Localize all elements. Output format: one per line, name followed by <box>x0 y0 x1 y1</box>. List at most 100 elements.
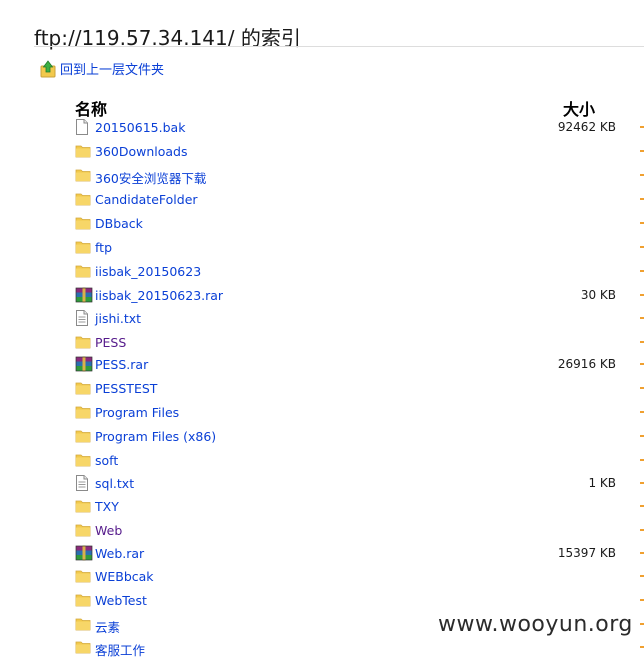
file-row: TXY <box>75 496 635 516</box>
file-link[interactable]: sql.txt <box>95 476 134 491</box>
edge-mark <box>640 623 644 625</box>
folder-icon <box>75 639 93 657</box>
edge-mark <box>640 150 644 152</box>
file-link[interactable]: PESS.rar <box>95 357 148 372</box>
file-link[interactable]: DBback <box>95 216 143 231</box>
edge-mark <box>640 646 644 648</box>
file-row: 20150615.bak 92462 KB <box>75 117 635 137</box>
file-link[interactable]: 360Downloads <box>95 144 188 159</box>
file-row: CandidateFolder <box>75 189 635 209</box>
parent-folder-link[interactable]: 回到上一层文件夹 <box>40 59 164 78</box>
file-row: Program Files <box>75 402 635 422</box>
folder-icon <box>75 404 93 422</box>
folder-icon <box>75 239 93 257</box>
edge-mark <box>640 435 644 437</box>
file-row: PESSTEST <box>75 378 635 398</box>
edge-mark <box>640 459 644 461</box>
folder-icon <box>75 498 93 516</box>
file-size: 15397 KB <box>557 546 616 560</box>
edge-mark <box>640 387 644 389</box>
folder-icon <box>75 380 93 398</box>
edge-mark <box>640 317 644 319</box>
text-file-icon <box>75 475 93 493</box>
file-link[interactable]: WEBbcak <box>95 569 154 584</box>
file-row: ftp <box>75 237 635 257</box>
folder-icon <box>75 191 93 209</box>
file-size: 30 KB <box>580 288 616 302</box>
file-row: jishi.txt <box>75 308 635 328</box>
file-row: Web.rar 15397 KB <box>75 543 635 563</box>
parent-folder-label: 回到上一层文件夹 <box>60 63 165 78</box>
file-row: WEBbcak <box>75 566 635 586</box>
file-link[interactable]: WebTest <box>95 593 147 608</box>
edge-mark <box>640 575 644 577</box>
file-row: WebTest <box>75 590 635 610</box>
file-row: 360Downloads <box>75 141 635 161</box>
rar-archive-icon <box>75 545 93 563</box>
edge-mark <box>640 552 644 554</box>
file-link[interactable]: Program Files <box>95 405 179 420</box>
file-link[interactable]: iisbak_20150623 <box>95 264 201 279</box>
folder-icon <box>75 616 93 634</box>
edge-mark <box>640 174 644 176</box>
file-row: iisbak_20150623 <box>75 261 635 281</box>
edge-mark <box>640 126 644 128</box>
file-link[interactable]: 云素 <box>95 617 120 636</box>
file-row: PESS.rar 26916 KB <box>75 354 635 374</box>
folder-icon <box>75 263 93 281</box>
rar-archive-icon <box>75 287 93 305</box>
file-link[interactable]: soft <box>95 453 118 468</box>
edge-mark <box>640 198 644 200</box>
folder-icon <box>75 215 93 233</box>
file-link[interactable]: iisbak_20150623.rar <box>95 288 223 303</box>
file-link[interactable]: CandidateFolder <box>95 192 198 207</box>
folder-icon <box>75 167 93 185</box>
file-link[interactable]: Program Files (x86) <box>95 429 216 444</box>
file-size: 92462 KB <box>557 120 616 134</box>
file-link[interactable]: TXY <box>95 499 119 514</box>
file-row: iisbak_20150623.rar 30 KB <box>75 285 635 305</box>
edge-marks <box>640 120 644 654</box>
file-row: 客服工作 <box>75 637 635 659</box>
title-divider <box>34 46 644 47</box>
edge-mark <box>640 294 644 296</box>
file-link[interactable]: Web <box>95 523 122 538</box>
file-row: PESS <box>75 332 635 352</box>
edge-mark <box>640 363 644 365</box>
file-size: 1 KB <box>588 476 616 490</box>
edge-mark <box>640 246 644 248</box>
file-link[interactable]: PESSTEST <box>95 381 157 396</box>
file-link[interactable]: 20150615.bak <box>95 120 185 135</box>
file-link[interactable]: jishi.txt <box>95 311 141 326</box>
edge-mark <box>640 482 644 484</box>
file-row: sql.txt 1 KB <box>75 473 635 493</box>
edge-mark <box>640 341 644 343</box>
edge-mark <box>640 411 644 413</box>
folder-icon <box>75 143 93 161</box>
file-link[interactable]: 360安全浏览器下载 <box>95 168 206 187</box>
file-link[interactable]: ftp <box>95 240 112 255</box>
edge-mark <box>640 505 644 507</box>
folder-icon <box>75 568 93 586</box>
file-row: soft <box>75 450 635 470</box>
file-link[interactable]: Web.rar <box>95 546 144 561</box>
file-link[interactable]: 客服工作 <box>95 640 145 659</box>
file-row: 360安全浏览器下载 <box>75 165 635 187</box>
edge-mark <box>640 599 644 601</box>
file-row: DBback <box>75 213 635 233</box>
file-row: Web <box>75 520 635 540</box>
folder-icon <box>75 428 93 446</box>
rar-archive-icon <box>75 356 93 374</box>
edge-mark <box>640 222 644 224</box>
folder-icon <box>75 522 93 540</box>
file-size: 26916 KB <box>557 357 616 371</box>
folder-icon <box>75 334 93 352</box>
file-icon <box>75 119 93 137</box>
edge-mark <box>640 529 644 531</box>
file-row: Program Files (x86) <box>75 426 635 446</box>
file-link[interactable]: PESS <box>95 335 126 350</box>
text-file-icon <box>75 310 93 328</box>
folder-icon <box>75 452 93 470</box>
edge-mark <box>640 270 644 272</box>
watermark: www.wooyun.org <box>438 612 633 637</box>
